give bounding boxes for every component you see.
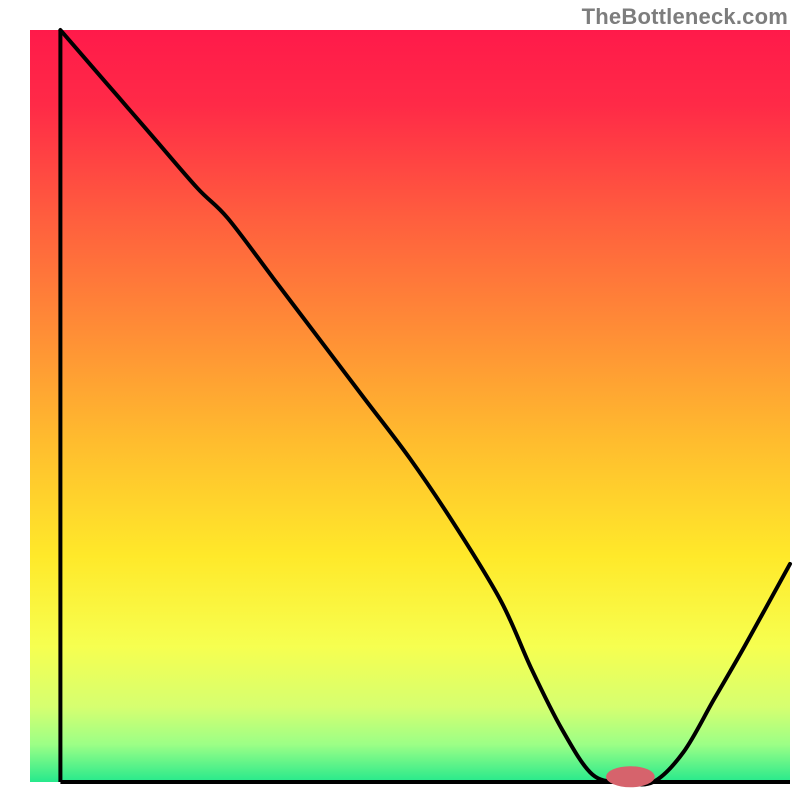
- plot-background: [30, 30, 790, 782]
- attribution-label: TheBottleneck.com: [582, 4, 788, 30]
- bottleneck-chart: [0, 0, 800, 800]
- optimal-marker: [606, 766, 655, 787]
- chart-container: TheBottleneck.com: [0, 0, 800, 800]
